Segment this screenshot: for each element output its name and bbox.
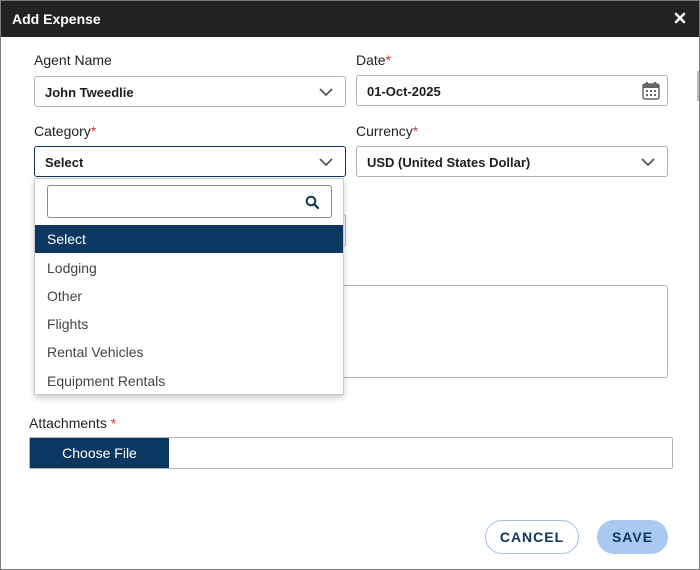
add-expense-dialog: Add Expense Agent Name John Tweedlie Dat… — [0, 0, 700, 570]
category-label: Category* — [34, 123, 96, 139]
attachments-label-text: Attachments — [29, 415, 107, 431]
agent-name-value: John Tweedlie — [45, 85, 134, 100]
category-dropdown: Select Lodging Other Flights Rental Vehi… — [34, 178, 344, 395]
search-icon — [305, 195, 319, 209]
category-option-equipment-rentals[interactable]: Equipment Rentals — [35, 367, 343, 395]
category-option-rental-vehicles[interactable]: Rental Vehicles — [35, 338, 343, 366]
category-search[interactable] — [47, 185, 332, 218]
category-search-input[interactable] — [54, 191, 294, 213]
category-option-lodging[interactable]: Lodging — [35, 254, 343, 282]
category-option-select[interactable]: Select — [35, 225, 343, 253]
scrollbar-edge — [697, 71, 699, 101]
currency-select[interactable]: USD (United States Dollar) — [356, 146, 668, 177]
category-option-other[interactable]: Other — [35, 282, 343, 310]
date-label: Date* — [356, 52, 391, 68]
date-value: 01-Oct-2025 — [367, 84, 441, 99]
date-input[interactable]: 01-Oct-2025 — [356, 75, 668, 106]
chevron-down-icon — [319, 158, 333, 167]
currency-label-text: Currency — [356, 123, 413, 139]
save-button[interactable]: SAVE — [597, 520, 668, 554]
category-select[interactable]: Select — [34, 146, 346, 177]
attachments-file-input[interactable]: Choose File — [29, 437, 673, 469]
dialog-title-bar: Add Expense — [1, 1, 699, 37]
category-option-flights[interactable]: Flights — [35, 310, 343, 338]
dialog-title: Add Expense — [12, 11, 101, 27]
category-label-text: Category — [34, 123, 91, 139]
close-icon[interactable] — [673, 11, 687, 25]
chevron-down-icon — [641, 158, 655, 167]
required-mark: * — [385, 52, 392, 68]
required-mark: * — [90, 123, 97, 139]
cancel-button[interactable]: CANCEL — [485, 520, 579, 554]
agent-name-label-text: Agent Name — [34, 52, 112, 68]
category-value: Select — [45, 155, 84, 170]
required-mark: * — [412, 123, 419, 139]
currency-label: Currency* — [356, 123, 418, 139]
choose-file-button[interactable]: Choose File — [30, 438, 169, 468]
currency-value: USD (United States Dollar) — [367, 155, 531, 170]
attachments-label: Attachments * — [29, 415, 116, 431]
agent-name-label: Agent Name — [34, 52, 112, 68]
chevron-down-icon — [319, 88, 333, 97]
calendar-icon[interactable] — [641, 81, 661, 101]
obscured-textarea[interactable] — [301, 285, 668, 378]
agent-name-select[interactable]: John Tweedlie — [34, 76, 346, 107]
required-mark: * — [110, 415, 117, 431]
date-label-text: Date — [356, 52, 386, 68]
